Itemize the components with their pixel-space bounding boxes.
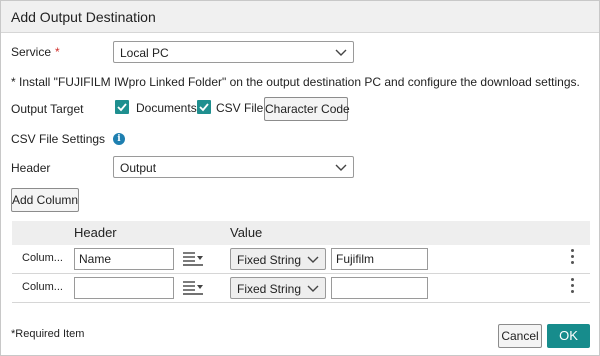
value-type-text: Fixed String xyxy=(237,253,302,267)
required-item-note: *Required Item xyxy=(11,328,85,340)
service-select[interactable]: Local PC xyxy=(113,41,354,63)
check-icon xyxy=(117,103,127,112)
header-select-value: Output xyxy=(120,161,157,175)
chevron-down-icon xyxy=(307,256,319,263)
value-input[interactable] xyxy=(331,277,428,299)
csv-file-checkbox[interactable] xyxy=(197,100,211,114)
header-value-input[interactable] xyxy=(74,248,174,270)
column-name: Colum... xyxy=(22,281,63,293)
header-label: Header xyxy=(11,161,51,175)
documents-label: Documents xyxy=(136,101,197,115)
text-format-icon[interactable] xyxy=(183,280,203,296)
text-format-icon[interactable] xyxy=(183,251,203,267)
check-icon xyxy=(199,103,209,112)
value-input[interactable] xyxy=(331,248,428,270)
ok-button[interactable]: OK xyxy=(547,324,590,348)
table-row: Colum... Fixed String xyxy=(12,273,590,303)
add-column-button[interactable]: Add Column xyxy=(11,188,79,212)
add-output-destination-dialog: Add Output Destination Service * Local PC… xyxy=(0,0,600,356)
service-label-text: Service xyxy=(11,45,52,59)
dialog-titlebar: Add Output Destination xyxy=(1,1,599,33)
service-label: Service * xyxy=(11,45,60,59)
service-select-value: Local PC xyxy=(120,46,169,60)
header-select[interactable]: Output xyxy=(113,156,354,178)
table-row: Colum... Fixed String xyxy=(12,244,590,274)
header-column-title: Header xyxy=(74,225,117,240)
required-mark: * xyxy=(55,45,60,59)
header-value-input[interactable] xyxy=(74,277,174,299)
value-column-title: Value xyxy=(230,225,263,240)
character-code-button[interactable]: Character Code xyxy=(264,97,350,121)
chevron-down-icon xyxy=(335,164,347,171)
more-vertical-icon[interactable] xyxy=(569,249,575,267)
more-vertical-icon[interactable] xyxy=(569,278,575,296)
value-type-select[interactable]: Fixed String xyxy=(230,248,326,270)
cancel-button[interactable]: Cancel xyxy=(498,324,542,348)
csv-file-label: CSV File xyxy=(216,101,264,115)
install-note: * Install "FUJIFILM IWpro Linked Folder"… xyxy=(11,75,580,89)
value-type-text: Fixed String xyxy=(237,282,302,296)
output-target-label: Output Target xyxy=(11,102,84,116)
chevron-down-icon xyxy=(335,49,347,56)
csv-settings-label: CSV File Settings xyxy=(11,132,106,146)
value-type-select[interactable]: Fixed String xyxy=(230,277,326,299)
dialog-title: Add Output Destination xyxy=(11,9,156,25)
columns-table-header: Header Value xyxy=(12,221,590,245)
column-name: Colum... xyxy=(22,252,63,264)
documents-checkbox[interactable] xyxy=(115,100,129,114)
chevron-down-icon xyxy=(307,285,319,292)
info-icon[interactable]: i xyxy=(113,133,125,145)
